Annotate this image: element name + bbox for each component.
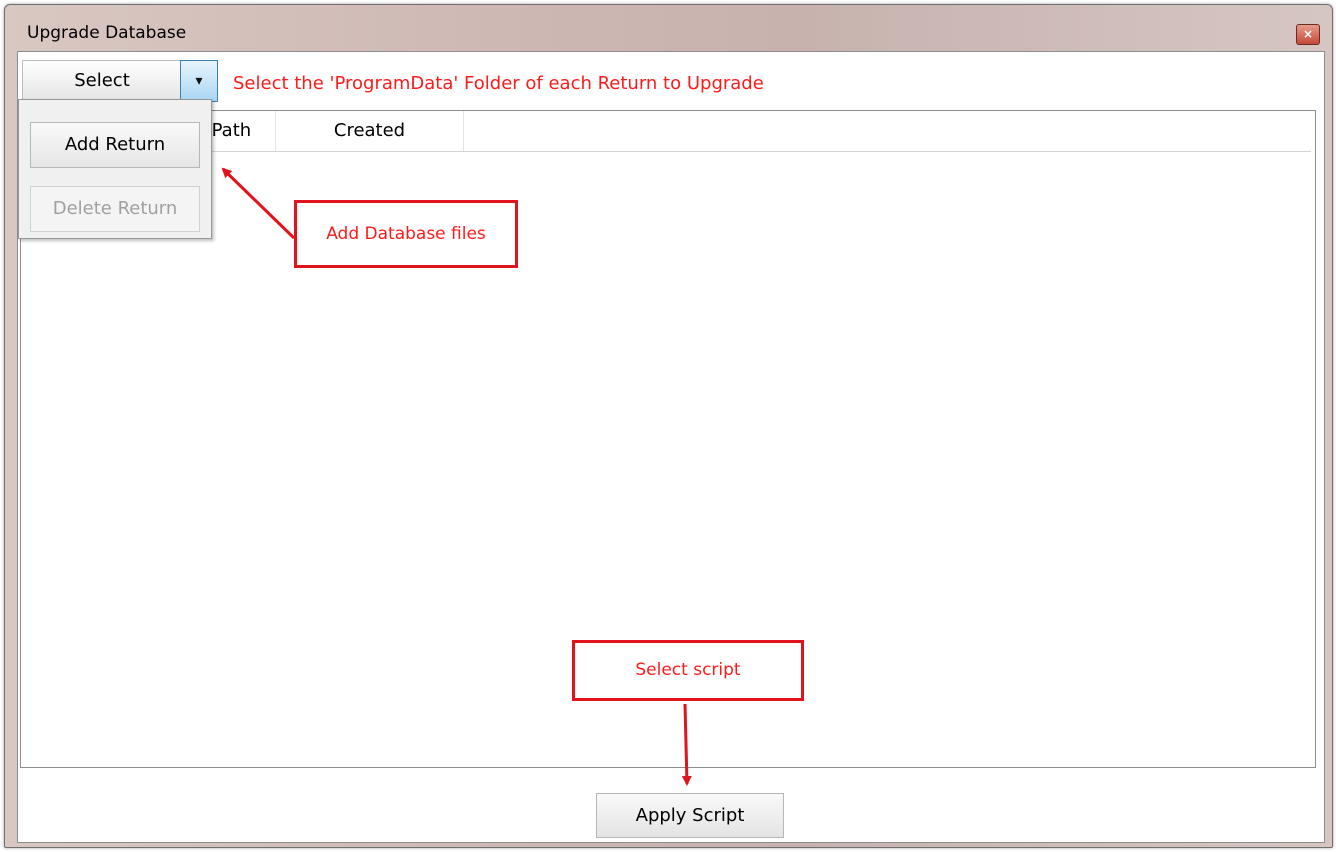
window-title: Upgrade Database (27, 23, 187, 43)
toolbar: Select ▾ Select the 'ProgramData' Folder… (18, 52, 1324, 110)
add-database-files-callout: Add Database files (294, 200, 518, 268)
close-icon[interactable]: × (1296, 24, 1320, 45)
instruction-text: Select the 'ProgramData' Folder of each … (233, 73, 764, 94)
apply-script-button[interactable]: Apply Script (596, 793, 784, 838)
title-bar[interactable]: Upgrade Database × (5, 5, 1332, 53)
select-button[interactable]: Select (22, 60, 181, 102)
column-header-created[interactable]: Created (276, 111, 464, 151)
add-return-button[interactable]: Add Return (30, 122, 200, 168)
select-split-button: Select ▾ (22, 60, 220, 102)
dialog-body: Select ▾ Select the 'ProgramData' Folder… (17, 51, 1325, 843)
delete-return-button[interactable]: Delete Return (30, 186, 200, 232)
select-script-callout: Select script (572, 640, 804, 701)
select-dropdown-menu: Add Return Delete Return (18, 99, 212, 239)
chevron-down-icon[interactable]: ▾ (180, 60, 218, 102)
upgrade-database-window: Upgrade Database × Select ▾ Select the '… (4, 4, 1333, 848)
list-header: e Path Created (21, 111, 1311, 152)
footer: Apply Script (18, 769, 1324, 842)
